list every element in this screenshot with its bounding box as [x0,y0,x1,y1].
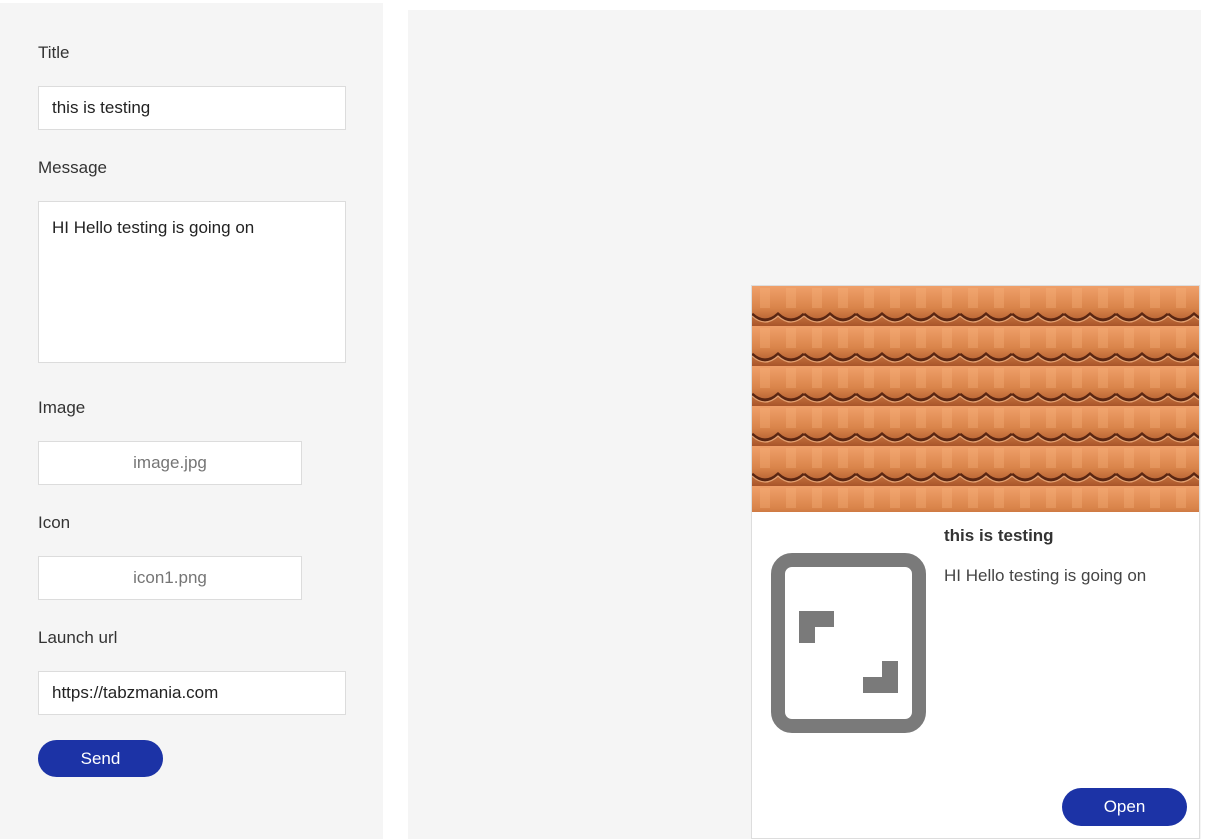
open-button[interactable]: Open [1062,788,1187,826]
notification-preview-card: this is testing HI Hello testing is goin… [751,285,1200,839]
roof-tiles-image [752,286,1199,512]
launch-url-label: Launch url [38,628,118,647]
icon-file-input[interactable]: icon1.png [38,556,302,600]
title-label: Title [38,43,70,62]
title-input[interactable]: this is testing [38,86,346,130]
image-file-input[interactable]: image.jpg [38,441,302,485]
notification-message: HI Hello testing is going on [944,566,1147,585]
message-textarea[interactable]: HI Hello testing is going on [38,201,346,363]
send-button[interactable]: Send [38,740,163,777]
notification-form: Title this is testing Message HI Hello t… [0,3,383,839]
launch-url-input[interactable]: https://tabzmania.com [38,671,346,715]
fullscreen-icon [771,553,926,733]
notification-title: this is testing [944,526,1054,545]
message-label: Message [38,158,107,177]
image-label: Image [38,398,86,417]
icon-label: Icon [38,513,71,532]
